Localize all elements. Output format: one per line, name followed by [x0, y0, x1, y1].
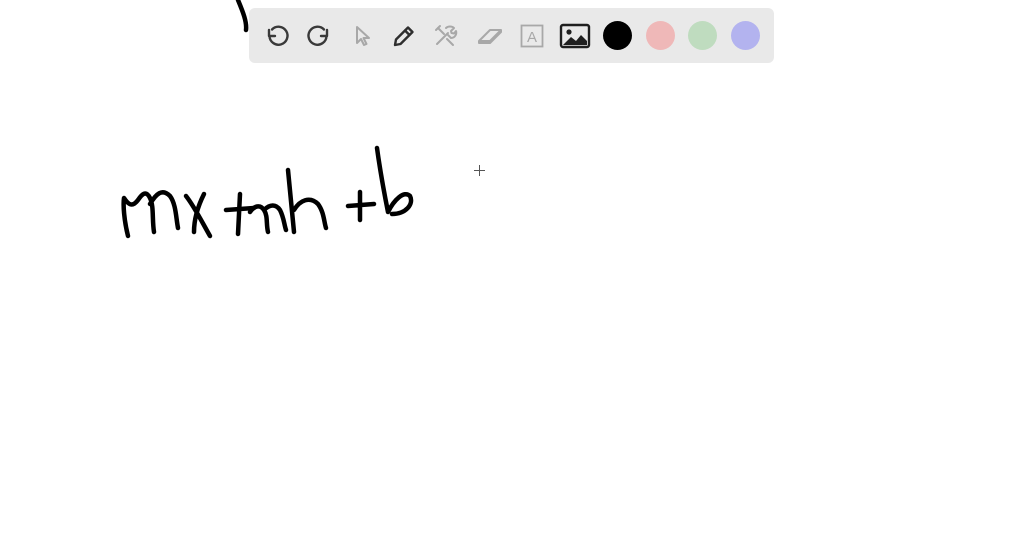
- undo-button[interactable]: [260, 19, 294, 53]
- redo-button[interactable]: [302, 19, 336, 53]
- tools-icon: [435, 25, 458, 46]
- text-box-icon: A: [520, 24, 544, 48]
- color-swatch-green[interactable]: [688, 21, 717, 50]
- crosshair-cursor-icon: [474, 165, 485, 176]
- color-swatch-purple[interactable]: [731, 21, 760, 50]
- pen-tool-button[interactable]: [387, 19, 421, 53]
- color-swatch-pink[interactable]: [646, 21, 675, 50]
- drawing-toolbar: A: [249, 8, 774, 63]
- select-tool-button[interactable]: [345, 19, 379, 53]
- handwriting-strokes: [121, 0, 414, 239]
- ink-letter-m: [121, 190, 181, 239]
- eraser-icon: [478, 29, 502, 44]
- ink-letter-m2: [247, 203, 289, 235]
- redo-icon: [307, 25, 329, 46]
- ink-stroke-top: [235, 0, 249, 33]
- ink-letter-b: [374, 145, 414, 217]
- drawing-canvas[interactable]: [0, 0, 1024, 548]
- image-icon: [559, 23, 591, 49]
- ink-letter-h: [285, 167, 329, 235]
- pen-icon: [393, 26, 414, 47]
- eraser-tool-button[interactable]: [473, 19, 507, 53]
- tools-button[interactable]: [429, 19, 463, 53]
- pointer-icon: [356, 26, 370, 46]
- color-swatch-black[interactable]: [603, 21, 632, 50]
- ink-plus-2: [345, 189, 377, 223]
- text-tool-button[interactable]: A: [515, 19, 549, 53]
- text-tool-glyph: A: [527, 29, 537, 46]
- image-insert-button[interactable]: [558, 19, 592, 53]
- ink-letter-x: [183, 191, 213, 239]
- undo-icon: [267, 25, 289, 46]
